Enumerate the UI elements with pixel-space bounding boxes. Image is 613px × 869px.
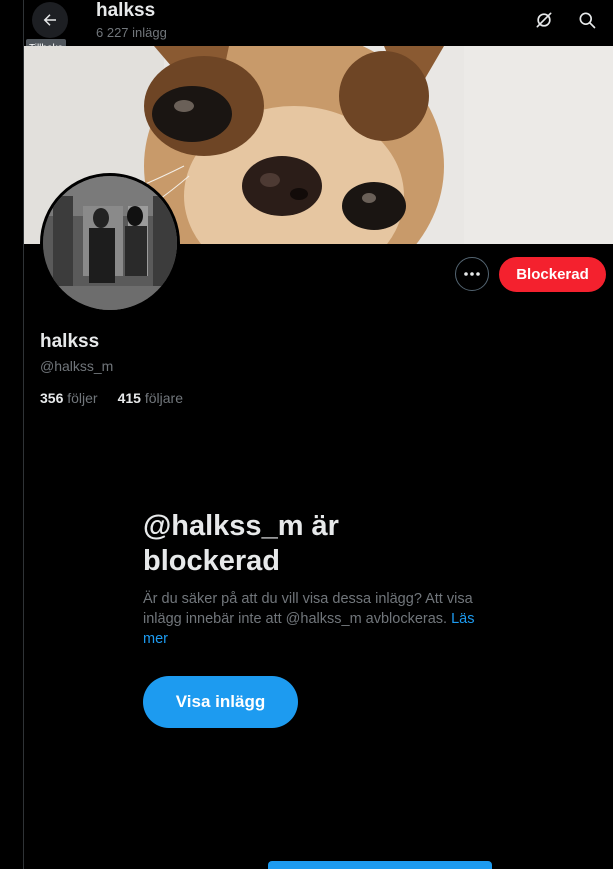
avatar-photo — [43, 176, 177, 310]
follow-stats: 356 följer 415 följare — [40, 390, 183, 406]
page-title: halkss — [96, 0, 156, 21]
display-name: halkss — [40, 331, 100, 352]
show-posts-button[interactable]: Visa inlägg — [143, 676, 298, 728]
following-link[interactable]: 356 följer — [40, 390, 98, 406]
bottom-action-bar[interactable] — [268, 861, 492, 869]
profile-page: Tillbaka halkss 6 227 inlägg — [0, 0, 613, 869]
back-button[interactable] — [32, 2, 68, 38]
grok-icon — [536, 12, 552, 28]
more-icon — [464, 272, 480, 276]
avatar[interactable] — [40, 173, 180, 313]
search-icon — [579, 12, 596, 29]
following-count: 356 — [40, 390, 64, 406]
followers-label: följare — [144, 390, 183, 406]
followers-link[interactable]: 415 följare — [118, 390, 183, 406]
handle: @halkss_m — [40, 358, 114, 374]
top-bar: Tillbaka halkss 6 227 inlägg — [24, 0, 613, 58]
post-count: 6 227 inlägg — [96, 25, 167, 40]
grok-button[interactable] — [530, 6, 558, 34]
following-label: följer — [67, 390, 98, 406]
blocked-button[interactable]: Blockerad — [499, 257, 606, 292]
followers-count: 415 — [117, 390, 141, 406]
more-options-button[interactable] — [455, 257, 489, 291]
blocked-description-text: Är du säker på att du vill visa dessa in… — [143, 591, 473, 627]
blocked-notice-title: @halkss_m är blockerad — [143, 510, 339, 577]
back-arrow-icon — [43, 14, 56, 26]
search-button[interactable] — [573, 6, 601, 34]
blocked-notice-description: Är du säker på att du vill visa dessa in… — [143, 589, 493, 649]
